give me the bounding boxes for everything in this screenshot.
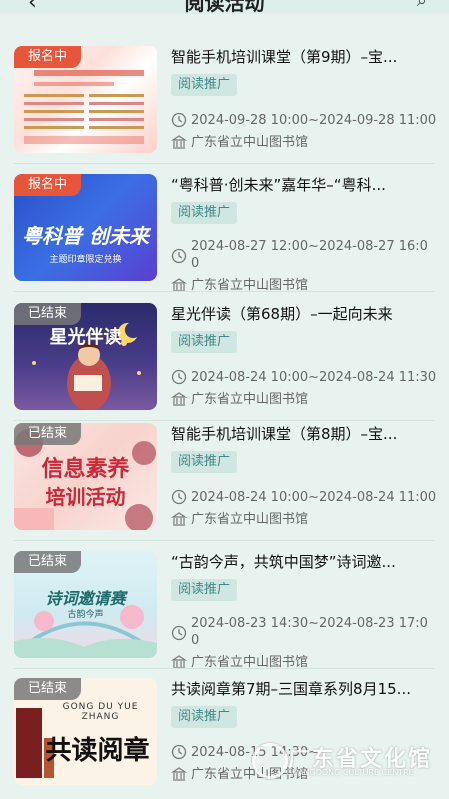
divider	[14, 291, 435, 292]
activity-location: 广东省立中山图书馆	[191, 512, 309, 527]
category-tag: 阅读推广	[171, 579, 238, 601]
activity-title[interactable]: 智能手机培训课堂（第9期）–宝...	[171, 46, 439, 68]
activity-time-cont: 0	[191, 633, 200, 648]
status-badge: 报名中	[14, 174, 82, 196]
category-tag: 阅读推广	[171, 331, 238, 353]
thumbnail-title: 信息素养	[41, 457, 130, 482]
library-building-icon	[171, 512, 187, 526]
status-badge: 已结束	[14, 423, 82, 445]
activity-time: 2024-09-28 10:00~2024-09-28 11:00	[191, 113, 437, 128]
activity-thumbnail: GONG DU YUE ZHANG 共读阅章 已结束	[14, 678, 157, 785]
time-row: 2024-08-15 14:30~	[171, 744, 439, 761]
clock-icon	[171, 625, 187, 641]
activity-title[interactable]: 共读阅章第7期–三国章系列8月15...	[171, 678, 439, 700]
time-row: 2024-08-24 10:00~2024-08-24 11:00	[171, 489, 439, 506]
thumbnail-subtitle: GONG DU YUE ZHANG	[62, 702, 139, 722]
activity-location: 广东省立中山图书馆	[191, 767, 309, 782]
category-tag: 阅读推广	[171, 451, 238, 473]
thumbnail-title: 诗词邀请赛	[45, 589, 126, 608]
clock-icon	[171, 489, 187, 505]
category-tag: 阅读推广	[171, 202, 238, 224]
thumbnail-title: 粤科普 创未来	[22, 224, 149, 248]
location-row: 广东省立中山图书馆	[171, 391, 439, 408]
time-row: 2024-08-27 12:00~2024-08-27 16:0 0	[171, 238, 439, 272]
location-row: 广东省立中山图书馆	[171, 134, 439, 151]
activity-title[interactable]: “粤科普·创未来”嘉年华–“粤科...	[171, 174, 439, 196]
time-row: 2024-08-24 10:00~2024-08-24 11:30	[171, 369, 439, 386]
divider	[14, 668, 435, 669]
thumbnail-title: 星光伴读	[49, 327, 122, 348]
activity-location: 广东省立中山图书馆	[191, 135, 309, 150]
divider	[14, 540, 435, 541]
clock-icon	[171, 744, 187, 760]
status-badge: 报名中	[14, 46, 82, 68]
category-tag: 阅读推广	[171, 706, 238, 728]
thumbnail-subtitle: 古韵今声	[67, 610, 104, 620]
thumbnail-subtitle: 主题印章限定兑换	[49, 255, 122, 265]
clock-icon	[171, 112, 187, 128]
thumbnail-subtitle: 培训活动	[45, 485, 126, 509]
activity-thumbnail: 粤科普 创未来 主题印章限定兑换 报名中	[14, 174, 157, 281]
clock-icon	[171, 248, 187, 264]
library-building-icon	[171, 135, 187, 149]
activity-time: 2024-08-27 12:00~2024-08-27 16:0	[191, 239, 428, 254]
divider	[14, 420, 435, 421]
page-title: 阅读活动	[184, 0, 265, 14]
status-badge: 已结束	[14, 678, 82, 700]
activity-thumbnail: 信息素养 培训活动 已结束	[14, 423, 157, 530]
activity-location: 广东省立中山图书馆	[191, 392, 309, 407]
activity-time: 2024-08-23 14:30~2024-08-23 17:0	[191, 616, 428, 631]
activity-thumbnail: 星光伴读 已结束	[14, 303, 157, 410]
divider	[14, 163, 435, 164]
location-row: 广东省立中山图书馆	[171, 511, 439, 528]
status-badge: 已结束	[14, 303, 82, 325]
activity-time-cont: 0	[191, 256, 200, 271]
library-building-icon	[171, 767, 187, 781]
library-building-icon	[171, 392, 187, 406]
thumbnail-title: 共读阅章	[45, 736, 150, 766]
status-badge: 已结束	[14, 551, 82, 573]
search-icon[interactable]: ⌕	[417, 0, 427, 11]
activity-title[interactable]: “古韵今声，共筑中国梦”诗词邀...	[171, 551, 439, 573]
activity-thumbnail: 报名中	[14, 46, 157, 153]
activity-title[interactable]: 智能手机培训课堂（第8期）–宝...	[171, 423, 439, 445]
activity-time: 2024-08-24 10:00~2024-08-24 11:30	[191, 370, 437, 385]
time-row: 2024-08-23 14:30~2024-08-23 17:0 0	[171, 615, 439, 649]
activity-time: 2024-08-15 14:30~	[191, 745, 320, 760]
activity-title[interactable]: 星光伴读（第68期）–一起向未来	[171, 303, 439, 325]
activity-time: 2024-08-24 10:00~2024-08-24 11:00	[191, 490, 437, 505]
clock-icon	[171, 369, 187, 385]
activity-thumbnail: 诗词邀请赛 古韵今声 已结束	[14, 551, 157, 658]
category-tag: 阅读推广	[171, 74, 238, 96]
location-row: 广东省立中山图书馆	[171, 766, 439, 783]
top-bar: ‹ 阅读活动 ⌕	[0, 0, 449, 14]
time-row: 2024-09-28 10:00~2024-09-28 11:00	[171, 112, 439, 129]
